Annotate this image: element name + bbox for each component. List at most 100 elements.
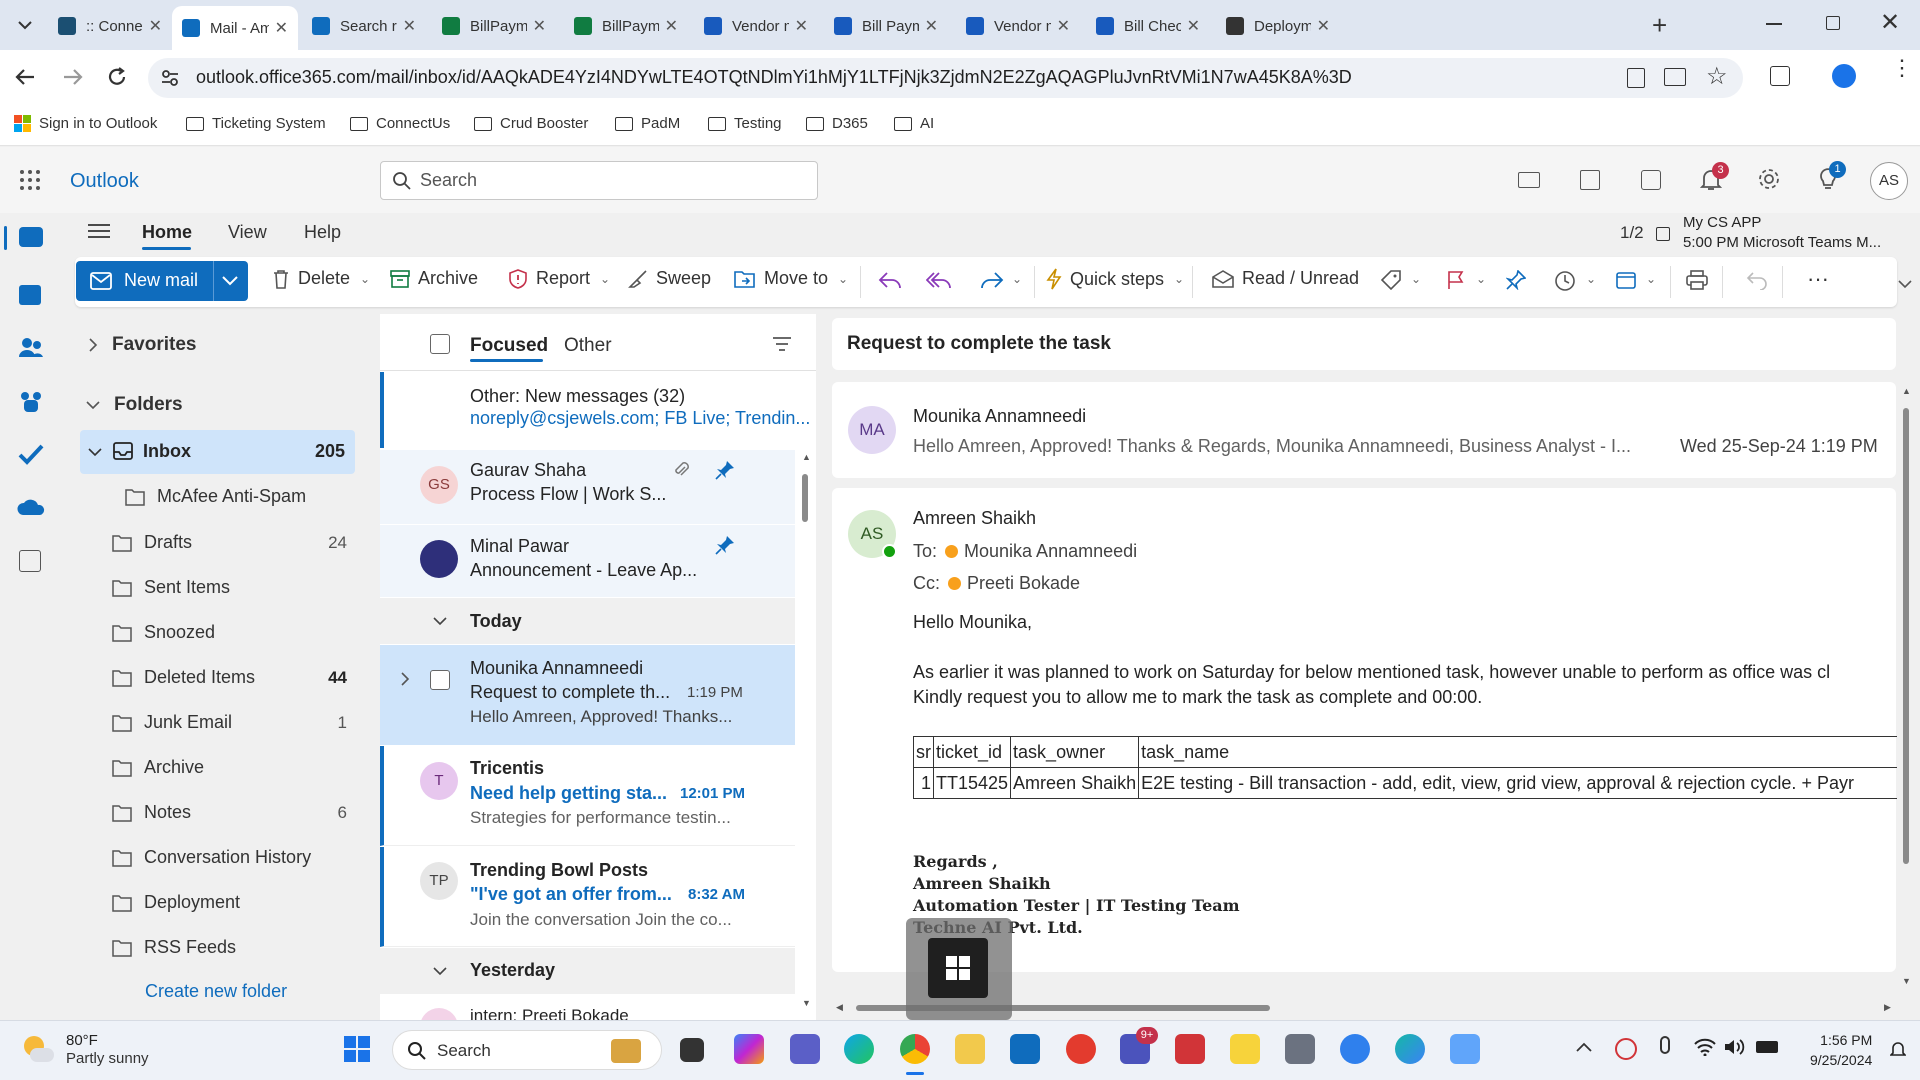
app-name[interactable]: Outlook [70,170,139,193]
outlook-icon[interactable] [1010,1034,1040,1064]
url-text[interactable]: outlook.office365.com/mail/inbox/id/AAQk… [196,67,1352,88]
scroll-thumb[interactable] [802,474,808,522]
move-to-button[interactable]: Move to ⌄ [734,268,848,289]
folder-item[interactable]: RSS Feeds [112,937,236,958]
recipient[interactable]: Mounika Annamneedi [964,541,1137,562]
tab-other[interactable]: Other [564,335,612,357]
quick-steps-button[interactable]: Quick steps [1046,268,1164,290]
message-checkbox[interactable] [430,670,450,690]
tab-focused[interactable]: Focused [470,335,548,357]
scroll-right-arrow[interactable]: ▶ [1884,1002,1891,1013]
more-apps-icon[interactable] [19,550,41,572]
tab-help[interactable]: Help [304,222,341,243]
browser-tab[interactable]: Deployme ✕ [1216,8,1340,44]
create-new-folder-link[interactable]: Create new folder [145,981,287,1002]
page-action-icon[interactable] [1627,68,1645,88]
tab-search-button[interactable] [14,14,36,36]
edge-beta-icon[interactable] [1395,1034,1425,1064]
sync-icon[interactable] [1615,1038,1637,1060]
expand-thread-icon[interactable] [400,672,410,686]
list-scrollbar[interactable]: ▲ ▼ [800,452,811,1012]
list-item[interactable]: intern; Preeti Bokade [380,996,795,1020]
folder-item[interactable]: Sent Items [112,577,230,598]
close-tab-icon[interactable]: ✕ [403,16,416,36]
browser-tab[interactable]: Search res ✕ [302,8,426,44]
install-app-icon[interactable] [1664,68,1686,86]
browser-tab[interactable]: Mail - Amr ✕ [172,6,298,50]
navigation-toggle[interactable] [88,223,110,239]
report-button[interactable]: Report ⌄ [508,268,610,289]
select-all-checkbox[interactable] [430,334,450,354]
close-tab-icon[interactable]: ✕ [795,16,808,36]
folder-item[interactable]: Drafts [112,532,192,553]
minimize-button[interactable] [1766,23,1782,25]
volume-icon[interactable] [1724,1038,1746,1056]
reload-button[interactable] [106,66,128,88]
bookmark-folder[interactable]: PadM [615,115,680,132]
people-icon[interactable] [18,337,44,359]
folder-item[interactable]: Archive [112,757,204,778]
folder-item[interactable]: Snoozed [112,622,215,643]
notifications-button[interactable]: 3 [1700,162,1729,192]
close-window-button[interactable]: ✕ [1880,8,1900,37]
folder-item[interactable]: McAfee Anti-Spam [125,486,306,507]
close-tab-icon[interactable]: ✕ [665,16,678,36]
close-tab-icon[interactable]: ✕ [1187,16,1200,36]
browser-tab[interactable]: Vendor ma ✕ [956,8,1080,44]
ribbon-expand-button[interactable] [1898,280,1912,289]
upcoming-event[interactable]: My CS APP 5:00 PM Microsoft Teams M... [1683,213,1881,253]
forward-button-ribbon[interactable] [980,270,1004,290]
delete-button[interactable]: Delete ⌄ [272,268,370,289]
browser-tab[interactable]: Bill Checki ✕ [1086,8,1210,44]
clock[interactable]: 1:56 PM 9/25/2024 [1810,1030,1872,1070]
categorize-button[interactable] [1380,270,1402,290]
share-arrow-icon[interactable] [1340,1034,1370,1064]
pin-icon[interactable] [715,460,735,480]
teams-icon[interactable] [18,391,44,413]
read-unread-button[interactable]: Read / Unread [1212,268,1359,289]
my-day-icon[interactable] [1641,170,1661,190]
back-button[interactable] [14,66,36,88]
mail-icon[interactable] [19,227,43,247]
close-tab-icon[interactable]: ✕ [149,16,162,36]
rules-button[interactable] [1616,270,1638,290]
scroll-down-arrow[interactable]: ▼ [802,998,811,1008]
close-tab-icon[interactable]: ✕ [533,16,546,36]
folder-item[interactable]: Notes [112,802,191,823]
browser-tab[interactable]: Bill Payme ✕ [824,8,948,44]
tab-home[interactable]: Home [142,222,192,243]
tab-view[interactable]: View [228,222,267,243]
new-mail-label[interactable]: New mail [90,270,198,291]
undo-button[interactable] [1746,270,1768,290]
email-sender[interactable]: Amreen Shaikh [913,508,1036,529]
favorites-section[interactable]: Favorites [88,334,196,356]
snipping-tool-icon[interactable] [1175,1034,1205,1064]
restore-button[interactable] [1826,16,1840,30]
site-info-icon[interactable] [160,68,180,88]
folder-item[interactable]: Deleted Items [112,667,255,688]
notification-bell-icon[interactable] [1890,1040,1906,1058]
start-button[interactable] [344,1036,370,1062]
scroll-up-arrow[interactable]: ▲ [1902,386,1911,396]
browser-tab[interactable]: :: Connect ✕ [48,8,172,44]
reply-button[interactable] [878,270,902,290]
categorize-dropdown[interactable]: ⌄ [1411,272,1421,286]
folder-item[interactable]: Conversation History [112,847,311,868]
chrome-menu-icon[interactable]: ⋮ [1891,57,1913,79]
scroll-left-arrow[interactable]: ◀ [836,1002,843,1013]
bookmark-star-icon[interactable]: ☆ [1706,62,1728,91]
chrome-icon[interactable] [900,1034,930,1064]
rules-dropdown[interactable]: ⌄ [1646,272,1656,286]
meet-now-icon[interactable] [1518,172,1540,188]
archive-button[interactable]: Archive [390,268,478,289]
forward-button[interactable] [62,66,84,88]
copilot-icon[interactable] [734,1034,764,1064]
recipient[interactable]: Preeti Bokade [967,573,1080,594]
reply-card[interactable]: MA Mounika Annamneedi Hello Amreen, Appr… [832,382,1896,478]
calendar-icon[interactable] [19,285,41,305]
folder-item[interactable]: Junk Email [112,712,232,733]
microphone-icon[interactable] [1660,1036,1670,1054]
close-tab-icon[interactable]: ✕ [1057,16,1070,36]
onenote-feed-icon[interactable] [1580,170,1600,190]
bookmark-folder[interactable]: Testing [708,115,782,132]
